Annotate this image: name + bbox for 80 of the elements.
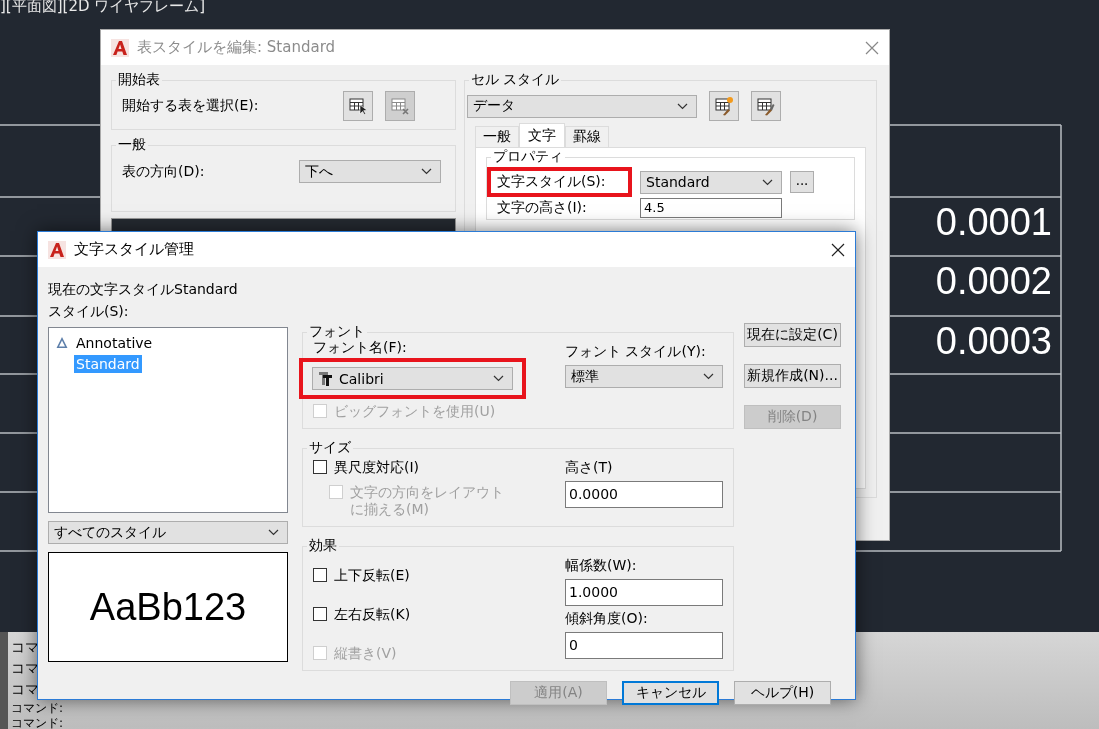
table-brush-icon [756, 96, 776, 116]
list-item[interactable]: Annotative [74, 333, 155, 352]
chevron-icon [493, 375, 504, 382]
table-value: 0.0002 [935, 260, 1052, 303]
group-label: プロパティ [492, 148, 564, 166]
browse-button[interactable]: ... [790, 171, 814, 193]
checkbox-label: 文字の方向をレイアウト [350, 484, 504, 501]
panel-grip[interactable] [0, 632, 8, 729]
field-label: 幅係数(W): [565, 557, 638, 575]
table-value: 0.0003 [935, 320, 1052, 363]
group-label: フォント [308, 323, 366, 341]
command-line: コマンド: [11, 701, 64, 715]
command-line: コマンド: [11, 716, 64, 729]
command-line: コマ [11, 638, 40, 657]
current-style-text: 現在の文字スタイルStandard [48, 281, 239, 299]
width-factor-field[interactable]: 1.0000 [565, 579, 723, 606]
command-line: コマ [11, 680, 40, 699]
font-style-dropdown[interactable]: 標準 [565, 365, 723, 388]
text-style-dropdown[interactable]: Standard [640, 170, 782, 194]
chevron-icon [677, 102, 688, 110]
checkbox[interactable] [313, 460, 327, 474]
font-name-dropdown[interactable]: Calibri [312, 367, 513, 390]
group-label: セル スタイル [470, 71, 561, 89]
field-label: 文字スタイル(S): [497, 173, 606, 189]
chevron-icon [421, 168, 432, 175]
checkbox-label: 左右反転(K) [334, 606, 411, 623]
field-label: 文字の高さ(I): [497, 199, 588, 217]
style-list[interactable]: Annotative Standard [48, 327, 288, 513]
checkbox-label: 異尺度対応(I) [334, 459, 420, 476]
table-brush-icon [714, 96, 734, 116]
table-value: 0.0001 [935, 201, 1052, 244]
chevron-icon [762, 178, 773, 186]
manage-styles-button[interactable] [751, 91, 781, 121]
app-logo-icon [111, 38, 129, 57]
dialog-button[interactable]: キャンセル [622, 681, 719, 705]
preview-text: AaBb123 [48, 552, 288, 662]
checkbox-label: 縦書き(V) [334, 645, 397, 662]
checkbox-label: 上下反転(E) [334, 567, 410, 584]
checkbox[interactable] [313, 568, 327, 582]
group-label: 開始表 [117, 71, 161, 89]
font-icon [318, 371, 333, 386]
window-title: 文字スタイル管理 [74, 240, 195, 259]
tab[interactable]: 一般 [475, 126, 519, 147]
cell-style-dropdown[interactable]: データ [467, 94, 697, 118]
field-label: 開始する表を選択(E): [122, 97, 259, 115]
text-height-field[interactable]: 4.5 [640, 198, 782, 218]
checkbox[interactable] [313, 607, 327, 621]
group-label: サイズ [308, 439, 352, 457]
checkbox-label: ビッグフォントを使用(U) [334, 403, 496, 420]
close-icon[interactable] [831, 242, 845, 257]
group-label: 一般 [117, 136, 147, 154]
dialog-button[interactable]: 新規作成(N)... [744, 364, 841, 388]
oblique-angle-field[interactable]: 0 [565, 632, 723, 659]
style-filter-dropdown[interactable]: すべてのスタイル [48, 521, 288, 544]
chevron-icon [268, 529, 279, 536]
height-field[interactable]: 0.0000 [565, 481, 723, 508]
field-label: 高さ(T) [565, 459, 614, 477]
field-label: フォント スタイル(Y): [565, 343, 707, 361]
window-title: 表スタイルを編集: Standard [137, 38, 337, 57]
dialog-button[interactable]: 現在に設定(C) [744, 323, 841, 347]
field-label: 表の方向(D): [122, 162, 205, 181]
annotative-icon [55, 336, 69, 349]
checkbox-label: に揃える(M) [350, 501, 430, 518]
dialog-button[interactable]: ヘルプ(H) [734, 681, 831, 705]
remove-table-button[interactable] [385, 91, 415, 121]
chevron-icon [703, 373, 714, 380]
tab[interactable]: 文字 [519, 123, 565, 147]
direction-dropdown[interactable]: 下へ [299, 160, 441, 183]
select-table-button[interactable] [343, 91, 373, 121]
app-logo-icon [48, 240, 66, 259]
field-label: 傾斜角度(O): [565, 610, 649, 628]
new-style-button[interactable] [709, 91, 739, 121]
field-label: スタイル(S): [48, 303, 130, 321]
command-line: コマ [11, 659, 40, 678]
tab[interactable]: 罫線 [565, 126, 609, 147]
table-remove-icon [390, 96, 410, 116]
viewport-label[interactable]: ][平面図][2D ワイヤフレーム] [0, 0, 206, 16]
field-label: フォント名(F): [313, 339, 408, 357]
group-label: 効果 [308, 537, 338, 555]
table-cursor-icon [348, 96, 368, 116]
